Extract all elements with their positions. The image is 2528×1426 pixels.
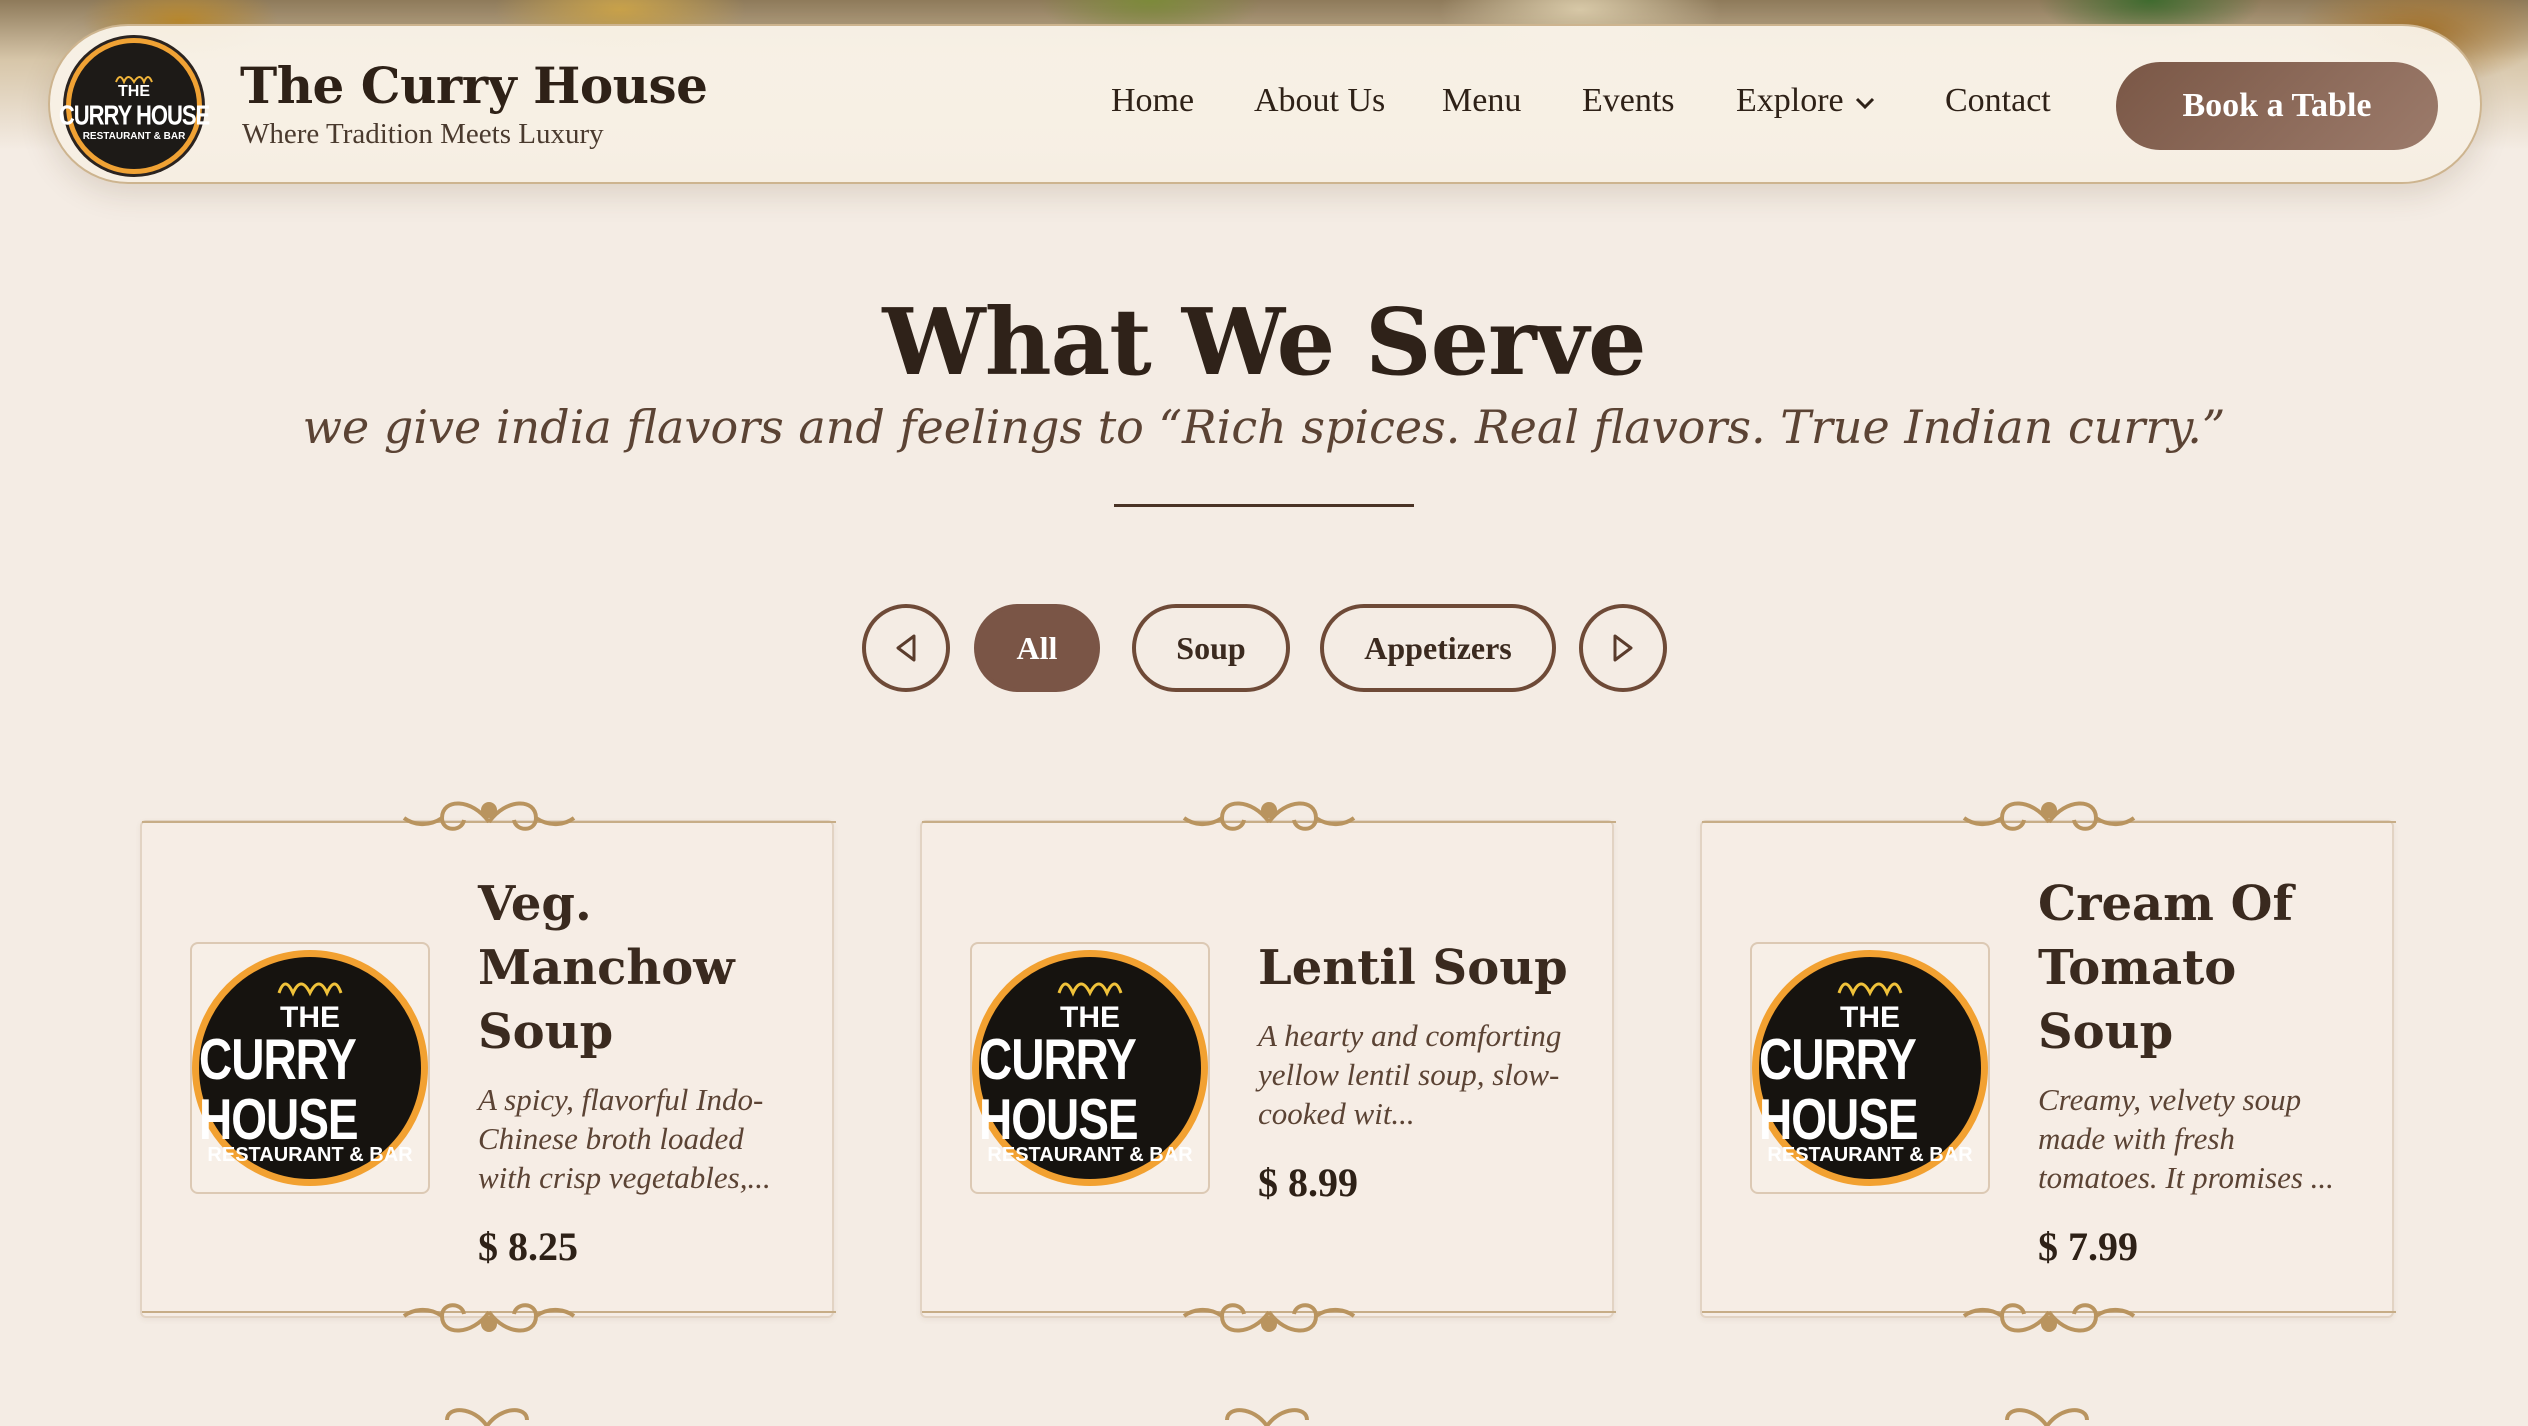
- dish-logo-main: CURRY HOUSE: [979, 1026, 1139, 1152]
- card-content: Cream Of Tomato Soup Creamy, velvety sou…: [2038, 822, 2356, 1320]
- brand-title[interactable]: The Curry House: [240, 56, 708, 115]
- dish-price: $ 8.25: [478, 1224, 578, 1269]
- chevron-down-icon: [1855, 98, 1874, 110]
- nav-events[interactable]: Events: [1582, 82, 1675, 120]
- dish-logo-main: CURRY HOUSE: [199, 1026, 359, 1152]
- filter-tab-appetizers[interactable]: Appetizers: [1320, 604, 1556, 692]
- section-subtitle: we give india flavors and feelings to “R…: [302, 400, 2226, 454]
- logo-main-text: CURRY HOUSE: [58, 99, 210, 131]
- category-filter-bar: All Soup Appetizers: [0, 604, 2528, 694]
- section-title: What We Serve: [882, 288, 1646, 396]
- nav-about-us[interactable]: About Us: [1254, 82, 1385, 120]
- nav-explore[interactable]: Explore: [1736, 82, 1876, 120]
- logo-crown-icon: [115, 75, 153, 84]
- filter-tab-all[interactable]: All: [974, 604, 1100, 692]
- filter-tab-soup[interactable]: Soup: [1132, 604, 1290, 692]
- ornament-bottom-icon: [142, 1303, 836, 1333]
- logo-top-text: THE: [118, 82, 150, 100]
- title-divider: [1114, 504, 1414, 507]
- dish-description: A hearty and comforting yellow lentil so…: [1258, 1018, 1562, 1131]
- dish-description: A spicy, flavorful Indo-Chinese broth lo…: [478, 1082, 771, 1195]
- ornament-top-icon: [1225, 1408, 1309, 1426]
- logo-crown-icon: [1057, 982, 1123, 997]
- chevron-right-icon: [1613, 634, 1633, 662]
- dish-price: $ 8.99: [1258, 1160, 1358, 1205]
- filter-next-button[interactable]: [1579, 604, 1667, 692]
- dish-logo-main: CURRY HOUSE: [1759, 1026, 1919, 1152]
- dish-image: THE CURRY HOUSE RESTAURANT & BAR: [970, 942, 1210, 1194]
- ornament-top-icon: [445, 1408, 529, 1426]
- nav-contact[interactable]: Contact: [1945, 82, 2051, 120]
- card-content: Veg. Manchow Soup A spicy, flavorful Ind…: [478, 822, 796, 1320]
- dish-price: $ 7.99: [2038, 1224, 2138, 1269]
- dish-image: THE CURRY HOUSE RESTAURANT & BAR: [190, 942, 430, 1194]
- dish-image: THE CURRY HOUSE RESTAURANT & BAR: [1750, 942, 1990, 1194]
- book-table-button[interactable]: Book a Table: [2116, 62, 2438, 150]
- ornament-bottom-icon: [1702, 1303, 2396, 1333]
- dish-logo: THE CURRY HOUSE RESTAURANT & BAR: [192, 950, 428, 1186]
- menu-card[interactable]: THE CURRY HOUSE RESTAURANT & BAR Cream O…: [1700, 801, 2396, 1333]
- logo-crown-icon: [277, 982, 343, 997]
- ornament-bottom-icon: [922, 1303, 1616, 1333]
- logo-crown-icon: [1837, 982, 1903, 997]
- dish-name[interactable]: Veg. Manchow Soup: [478, 872, 796, 1064]
- chevron-left-icon: [896, 634, 916, 662]
- nav-menu[interactable]: Menu: [1442, 82, 1521, 120]
- brand-logo[interactable]: THE CURRY HOUSE RESTAURANT & BAR: [59, 38, 210, 174]
- logo-ring-text: RESTAURANT & BAR: [82, 131, 186, 143]
- card-content: Lentil Soup A hearty and comforting yell…: [1258, 822, 1576, 1320]
- dish-name[interactable]: Cream Of Tomato Soup: [2038, 872, 2356, 1064]
- dish-logo: THE CURRY HOUSE RESTAURANT & BAR: [1752, 950, 1988, 1186]
- nav-explore-label: Explore: [1736, 82, 1844, 119]
- filter-prev-button[interactable]: [862, 604, 950, 692]
- menu-card[interactable]: THE CURRY HOUSE RESTAURANT & BAR Lentil …: [920, 801, 1616, 1333]
- nav-home[interactable]: Home: [1111, 82, 1194, 120]
- site-header: THE CURRY HOUSE RESTAURANT & BAR The Cur…: [48, 24, 2482, 184]
- ornament-top-icon: [2005, 1408, 2089, 1426]
- dish-logo: THE CURRY HOUSE RESTAURANT & BAR: [972, 950, 1208, 1186]
- menu-card[interactable]: THE CURRY HOUSE RESTAURANT & BAR Veg. Ma…: [140, 801, 836, 1333]
- dish-description: Creamy, velvety soup made with fresh tom…: [2038, 1082, 2334, 1195]
- dish-name[interactable]: Lentil Soup: [1258, 936, 1576, 1000]
- brand-tagline: Where Tradition Meets Luxury: [242, 118, 604, 150]
